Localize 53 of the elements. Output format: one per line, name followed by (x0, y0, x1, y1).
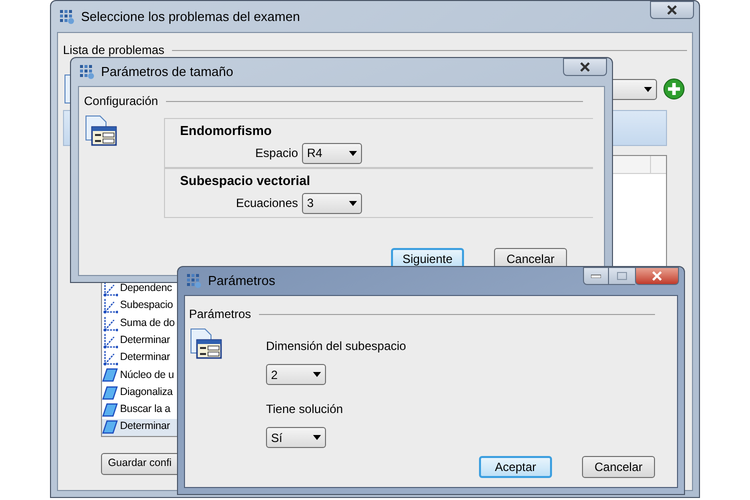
dialog-button[interactable]: Cancelar (582, 456, 655, 478)
problem-item[interactable]: Determinar (102, 332, 222, 350)
axes-icon (102, 350, 118, 366)
axes-icon (102, 280, 118, 297)
window-title: Seleccione los problemas del examen (81, 8, 300, 26)
axes-icon (102, 298, 118, 314)
dropdown[interactable]: R4 (302, 142, 362, 164)
dropdown-arrow-icon (313, 372, 321, 377)
window-title: Parámetros de tamaño (101, 63, 234, 82)
add-icon[interactable] (663, 78, 685, 100)
close-icon (579, 62, 591, 72)
form-window-icon (189, 327, 223, 361)
group-label: Lista de problemas (63, 42, 164, 59)
dropdown-arrow-icon (349, 150, 357, 156)
minimize-button[interactable] (583, 267, 609, 285)
window-title: Parámetros (208, 272, 276, 290)
axes-icon (102, 332, 118, 349)
section-heading: Subespacio vectorial (180, 172, 312, 190)
parallelogram-icon (102, 367, 118, 384)
close-icon (666, 5, 678, 15)
problem-item[interactable]: Núcleo de u (102, 366, 222, 384)
parallelogram-icon (102, 419, 118, 436)
dropdown-arrow-icon (644, 86, 652, 92)
close-icon (651, 271, 663, 281)
parallelogram-icon (102, 402, 118, 418)
form-window-icon (84, 114, 118, 148)
close-button[interactable] (650, 1, 694, 19)
dropdown[interactable]: 2 (266, 364, 326, 385)
app-icon (59, 8, 75, 24)
dialog-button[interactable]: Aceptar (479, 456, 552, 478)
close-button[interactable] (635, 267, 679, 285)
dropdown[interactable]: 3 (302, 192, 362, 214)
field-label: Ecuaciones (234, 195, 298, 212)
parallelogram-icon (102, 384, 118, 401)
field-label: Dimensión del subespacio (266, 338, 406, 355)
problem-item[interactable]: Diagonaliza (102, 384, 222, 402)
maximize-icon (617, 272, 627, 280)
field-label: Espacio (254, 145, 298, 162)
dropdown-arrow-icon (313, 435, 321, 440)
app-icon (79, 64, 95, 80)
problem-item[interactable]: Determinar (102, 350, 222, 367)
dropdown[interactable]: Sí (266, 427, 326, 448)
group-label: Configuración (84, 93, 158, 110)
maximize-button[interactable] (609, 267, 635, 285)
app-icon (186, 273, 202, 289)
axes-icon (102, 316, 118, 332)
dropdown-arrow-icon (349, 200, 357, 206)
close-button[interactable] (563, 58, 607, 76)
group-label: Parámetros (189, 306, 252, 323)
problem-item[interactable]: Buscar la a (102, 401, 222, 419)
field-label: Tiene solución (266, 401, 344, 418)
section-heading: Endomorfismo (180, 122, 273, 140)
minimize-icon (591, 274, 601, 278)
